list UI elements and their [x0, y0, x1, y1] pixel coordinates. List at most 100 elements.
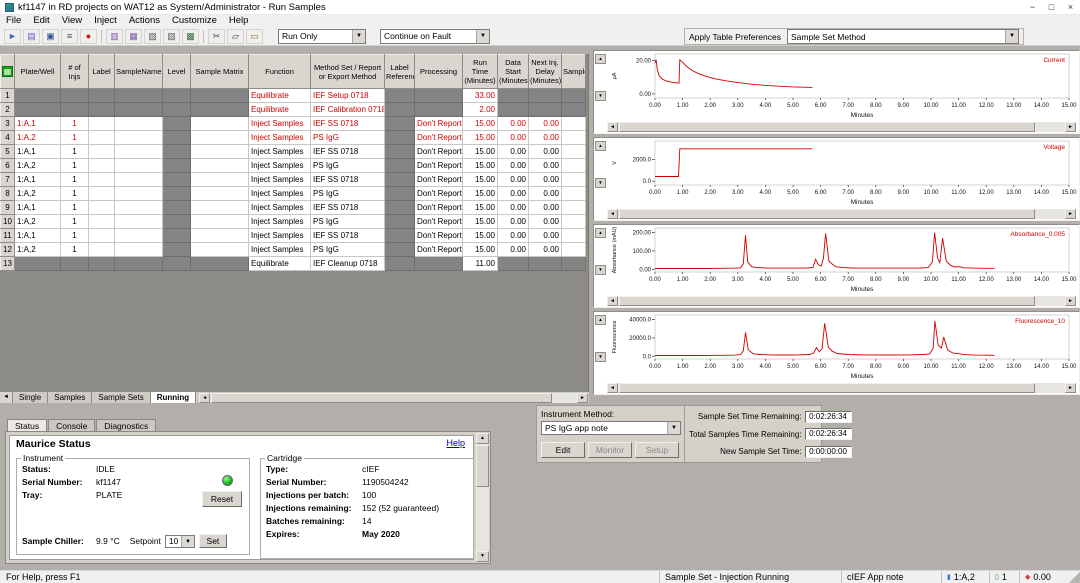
cell-label[interactable]	[89, 229, 115, 243]
cell-sample-matrix[interactable]	[191, 103, 249, 117]
cell-label[interactable]	[89, 103, 115, 117]
cell-level[interactable]	[163, 89, 191, 103]
help-link[interactable]: Help	[446, 438, 465, 448]
cell-processing[interactable]: Don't Report	[415, 159, 463, 173]
chevron-down-icon[interactable]: ▼	[667, 422, 680, 434]
cell-sample-matrix[interactable]	[191, 173, 249, 187]
cell-next-delay[interactable]: 0.00	[529, 215, 562, 229]
cell-processing[interactable]: Don't Report	[415, 187, 463, 201]
cell-next-delay[interactable]	[529, 103, 562, 117]
cell-injs[interactable]	[61, 89, 89, 103]
cell-method[interactable]: PS IgG	[311, 215, 385, 229]
chevron-down-icon[interactable]: ▼	[181, 536, 194, 547]
menu-inject[interactable]: Inject	[88, 15, 123, 27]
column-header[interactable]: Label Reference	[385, 55, 415, 89]
cell-next-delay[interactable]: 0.00	[529, 229, 562, 243]
cell-sample[interactable]	[562, 159, 586, 173]
cell-label-ref[interactable]	[385, 257, 415, 271]
cell-plate-well[interactable]	[15, 257, 61, 271]
cell-injs[interactable]: 1	[61, 243, 89, 257]
cell-level[interactable]	[163, 117, 191, 131]
cell-sample[interactable]	[562, 201, 586, 215]
cell-sample-matrix[interactable]	[191, 159, 249, 173]
cell-data-start[interactable]	[498, 103, 529, 117]
cell-sample[interactable]	[562, 117, 586, 131]
menu-customize[interactable]: Customize	[166, 15, 223, 27]
tab-scroll-left-icon[interactable]: ◄	[0, 392, 13, 403]
cell-label-ref[interactable]	[385, 201, 415, 215]
menu-view[interactable]: View	[56, 15, 88, 27]
cell-next-delay[interactable]: 0.00	[529, 243, 562, 257]
cell-sample[interactable]	[562, 243, 586, 257]
cell-plate-well[interactable]: 1:A,2	[15, 215, 61, 229]
scrollbar-thumb[interactable]	[619, 122, 1035, 132]
cell-method[interactable]: PS IgG	[311, 159, 385, 173]
cell-plate-well[interactable]: 1:A,1	[15, 117, 61, 131]
cell-run-time[interactable]: 15.00	[463, 159, 498, 173]
cell-num[interactable]: 5	[1, 145, 15, 159]
cell-num[interactable]: 6	[1, 159, 15, 173]
stop-icon[interactable]: ●	[80, 29, 97, 44]
menu-actions[interactable]: Actions	[123, 15, 166, 27]
cell-sample-name[interactable]	[115, 89, 163, 103]
column-header[interactable]: Run Time (Minutes)	[463, 55, 498, 89]
scrollbar-track[interactable]	[618, 383, 1065, 393]
cell-run-time[interactable]: 15.00	[463, 131, 498, 145]
copy-down-icon[interactable]: ▥	[106, 29, 123, 44]
cell-sample-name[interactable]	[115, 173, 163, 187]
cell-function[interactable]: Inject Samples	[249, 117, 311, 131]
cell-method[interactable]: IEF SS 0718	[311, 117, 385, 131]
sheet-tab-single[interactable]: Single	[13, 392, 48, 403]
cell-sample-matrix[interactable]	[191, 131, 249, 145]
cell-data-start[interactable]: 0.00	[498, 215, 529, 229]
cell-plate-well[interactable]: 1:A,2	[15, 187, 61, 201]
cell-data-start[interactable]: 0.00	[498, 159, 529, 173]
cell-num[interactable]: 2	[1, 103, 15, 117]
cell-data-start[interactable]: 0.00	[498, 145, 529, 159]
cell-function[interactable]: Inject Samples	[249, 201, 311, 215]
instrument-method-dropdown[interactable]: PS IgG app note ▼	[541, 421, 681, 435]
reset-button[interactable]: Reset	[202, 491, 242, 507]
cell-num[interactable]: 11	[1, 229, 15, 243]
scroll-left-icon[interactable]: ◄	[607, 383, 618, 393]
cell-sample[interactable]	[562, 173, 586, 187]
cell-sample[interactable]	[562, 257, 586, 271]
setpoint-dropdown[interactable]: 10 ▼	[165, 535, 195, 548]
cell-sample[interactable]	[562, 89, 586, 103]
cell-data-start[interactable]	[498, 89, 529, 103]
cell-method[interactable]: IEF SS 0718	[311, 173, 385, 187]
cell-label[interactable]	[89, 187, 115, 201]
cell-sample-name[interactable]	[115, 257, 163, 271]
sheet-tab-running[interactable]: Running	[151, 392, 196, 403]
cell-function[interactable]: Inject Samples	[249, 229, 311, 243]
cell-next-delay[interactable]: 0.00	[529, 145, 562, 159]
cell-label[interactable]	[89, 159, 115, 173]
copy-icon[interactable]: ▱	[227, 29, 244, 44]
cell-num[interactable]: 7	[1, 173, 15, 187]
cell-num[interactable]: 9	[1, 201, 15, 215]
menu-help[interactable]: Help	[223, 15, 255, 27]
cell-label[interactable]	[89, 173, 115, 187]
cell-method[interactable]: IEF Cleanup 0718	[311, 257, 385, 271]
cell-sample-matrix[interactable]	[191, 243, 249, 257]
cell-sample-name[interactable]	[115, 103, 163, 117]
cell-data-start[interactable]: 0.00	[498, 229, 529, 243]
cell-level[interactable]	[163, 103, 191, 117]
cell-num[interactable]: 12	[1, 243, 15, 257]
cell-num[interactable]: 4	[1, 131, 15, 145]
cell-method[interactable]: IEF SS 0718	[311, 201, 385, 215]
cell-plate-well[interactable]	[15, 89, 61, 103]
cell-sample-matrix[interactable]	[191, 89, 249, 103]
cell-injs[interactable]	[61, 257, 89, 271]
cell-level[interactable]	[163, 173, 191, 187]
column-header[interactable]: Sample Matrix	[191, 55, 249, 89]
y-scale-down-button[interactable]: ▼	[595, 178, 606, 188]
cut-icon[interactable]: ✂	[208, 29, 225, 44]
cell-injs[interactable]: 1	[61, 173, 89, 187]
cell-function[interactable]: Inject Samples	[249, 243, 311, 257]
cell-processing[interactable]: Don't Report	[415, 145, 463, 159]
cell-run-time[interactable]: 15.00	[463, 243, 498, 257]
cell-num[interactable]: 10	[1, 215, 15, 229]
maximize-button[interactable]: □	[1042, 0, 1061, 14]
chart-h-scrollbar[interactable]: ◄►	[607, 122, 1076, 132]
